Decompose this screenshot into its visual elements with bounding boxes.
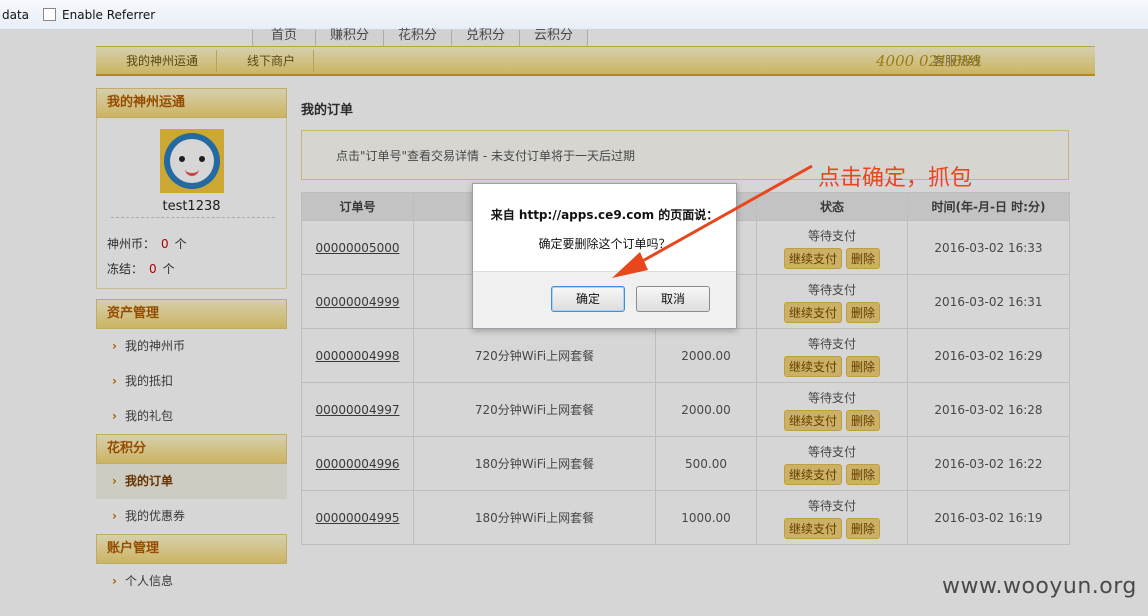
confirm-cancel-button[interactable]: 取消 — [636, 286, 710, 312]
enable-referrer-checkbox[interactable] — [43, 8, 57, 21]
confirm-dialog: 来自 http://apps.ce9.com 的页面说： 确定要删除这个订单吗？… — [472, 183, 737, 329]
toolbar-label: data — [2, 7, 30, 22]
confirm-ok-button[interactable]: 确定 — [551, 286, 625, 312]
dialog-footer: 确定 取消 — [473, 271, 736, 328]
enable-referrer-label[interactable]: Enable Referrer — [62, 8, 155, 22]
annotation-text: 点击确定，抓包 — [818, 166, 973, 191]
watermark: www.wooyun.org — [942, 574, 1137, 599]
dialog-title: 来自 http://apps.ce9.com 的页面说： — [490, 208, 719, 222]
extension-toolbar: data Enable Referrer — [0, 0, 1148, 30]
dialog-message: 确定要删除这个订单吗？ — [538, 237, 671, 251]
